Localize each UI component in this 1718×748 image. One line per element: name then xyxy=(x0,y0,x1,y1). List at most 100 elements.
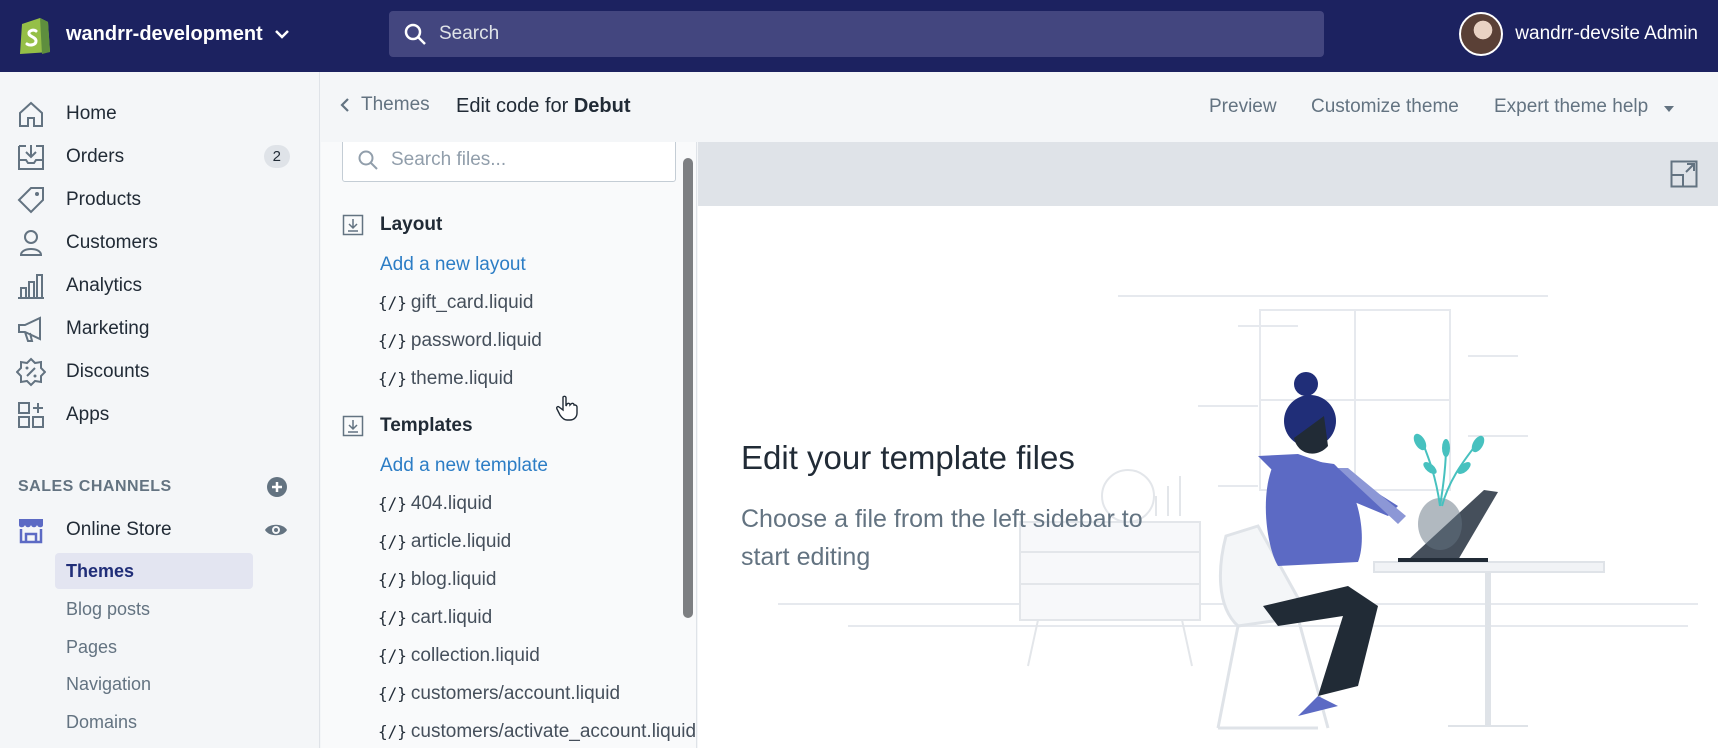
add-template-link[interactable]: Add a new template xyxy=(380,455,548,477)
liquid-file-icon: {/} xyxy=(378,608,407,627)
sidebar-item-label: Marketing xyxy=(66,318,150,339)
home-icon xyxy=(19,101,43,127)
file-name: theme.liquid xyxy=(410,368,514,389)
liquid-file-icon: {/} xyxy=(378,532,407,551)
editor-header: Themes Edit code for Debut Preview Custo… xyxy=(321,72,1718,142)
add-layout-link[interactable]: Add a new layout xyxy=(380,254,526,276)
sales-channels-title: SALES CHANNELS xyxy=(18,478,172,495)
folder-download-icon xyxy=(342,415,364,437)
caret-down-icon xyxy=(1664,106,1674,112)
file-item[interactable]: {/} customers/activate_account.liquid xyxy=(378,721,696,743)
file-item[interactable]: {/} cart.liquid xyxy=(378,607,492,629)
file-name: article.liquid xyxy=(410,531,512,552)
expand-icon[interactable] xyxy=(1670,160,1698,188)
file-item[interactable]: {/} blog.liquid xyxy=(378,569,496,591)
sidebar-item-label: Discounts xyxy=(66,361,150,382)
file-name: customers/activate_account.liquid xyxy=(410,721,697,742)
file-item[interactable]: {/} theme.liquid xyxy=(378,368,513,390)
liquid-file-icon: {/} xyxy=(378,369,407,388)
top-bar: wandrr-development wandrr-devsite Admin xyxy=(0,0,1718,72)
search-icon xyxy=(358,150,378,170)
global-search[interactable] xyxy=(389,11,1324,57)
sidebar-item-label: Online Store xyxy=(66,519,172,540)
sidebar-subitem-blog-posts[interactable]: Blog posts xyxy=(55,591,253,627)
editor-main: Edit your template files Choose a file f… xyxy=(698,142,1718,748)
edit-prefix: Edit code for xyxy=(456,95,569,117)
sidebar-subitem-themes[interactable]: Themes xyxy=(55,553,253,589)
discount-icon xyxy=(16,357,46,387)
search-input[interactable] xyxy=(439,23,1299,45)
liquid-file-icon: {/} xyxy=(378,331,407,350)
empty-state-subtitle: Choose a file from the left sidebar to s… xyxy=(741,505,1143,571)
sidebar-item-label: Products xyxy=(66,189,141,210)
store-name: wandrr-development xyxy=(66,22,263,45)
preview-link[interactable]: Preview xyxy=(1209,96,1277,118)
person-icon xyxy=(19,230,43,256)
orders-icon xyxy=(18,145,44,170)
sidebar-item-discounts[interactable]: Discounts xyxy=(16,354,296,390)
sidebar-item-home[interactable]: Home xyxy=(16,96,296,132)
sidebar-item-products[interactable]: Products xyxy=(16,182,296,218)
hand-pointer-cursor-icon xyxy=(556,395,578,421)
file-name: password.liquid xyxy=(410,330,542,351)
expert-theme-help-link[interactable]: Expert theme help xyxy=(1494,96,1648,118)
customize-theme-link[interactable]: Customize theme xyxy=(1311,96,1459,118)
sidebar-subitem-pages[interactable]: Pages xyxy=(55,629,253,665)
file-list-scrollbar[interactable] xyxy=(683,158,693,618)
folder-templates[interactable]: Templates xyxy=(342,415,473,437)
megaphone-icon xyxy=(18,316,41,342)
tag-icon xyxy=(17,187,44,214)
file-item[interactable]: {/} gift_card.liquid xyxy=(378,292,533,314)
orders-count-badge: 2 xyxy=(263,145,290,168)
page-title: Edit code for Debut xyxy=(456,95,631,118)
sidebar-item-label: Customers xyxy=(66,232,158,253)
sidebar-item-analytics[interactable]: Analytics xyxy=(16,268,296,304)
file-item[interactable]: {/} customers/account.liquid xyxy=(378,683,620,705)
add-sales-channel-icon[interactable] xyxy=(266,476,288,498)
liquid-file-icon: {/} xyxy=(378,646,407,665)
search-icon xyxy=(404,23,426,45)
sidebar-item-marketing[interactable]: Marketing xyxy=(16,311,296,347)
sidebar-item-online-store[interactable]: Online Store xyxy=(16,512,296,548)
chevron-left-icon xyxy=(340,98,349,112)
sidebar-subitem-navigation[interactable]: Navigation xyxy=(55,666,253,702)
editing-illustration xyxy=(778,295,1698,730)
back-label: Themes xyxy=(361,94,430,115)
liquid-file-icon: {/} xyxy=(378,684,407,703)
apps-icon xyxy=(18,402,44,428)
shopify-logo-icon xyxy=(20,18,50,54)
store-switcher[interactable]: wandrr-development xyxy=(16,12,291,56)
chevron-down-icon xyxy=(274,30,289,39)
file-name: blog.liquid xyxy=(410,569,497,590)
liquid-file-icon: {/} xyxy=(378,570,407,589)
store-icon xyxy=(19,519,43,544)
eye-icon[interactable] xyxy=(264,518,288,542)
sidebar-item-label: Home xyxy=(66,103,117,124)
sidebar-item-label: Analytics xyxy=(66,275,143,296)
folder-download-icon xyxy=(342,214,364,236)
sidebar-item-label: Apps xyxy=(66,404,110,425)
folder-title: Templates xyxy=(380,415,473,436)
liquid-file-icon: {/} xyxy=(378,722,407,741)
user-menu[interactable]: wandrr-devsite Admin xyxy=(1459,12,1698,56)
sidebar-item-customers[interactable]: Customers xyxy=(16,225,296,261)
file-item[interactable]: {/} article.liquid xyxy=(378,531,511,553)
folder-layout[interactable]: Layout xyxy=(342,214,442,236)
file-browser: Layout Add a new layout {/}gift_card.liq… xyxy=(321,142,697,748)
editor-toolbar xyxy=(698,142,1718,206)
sidebar-subitem-domains[interactable]: Domains xyxy=(55,704,253,740)
back-to-themes-link[interactable]: Themes xyxy=(337,94,430,116)
sidebar-item-apps[interactable]: Apps xyxy=(16,397,296,433)
bar-chart-icon xyxy=(18,274,44,299)
theme-name: Debut xyxy=(573,95,631,117)
file-search-input[interactable] xyxy=(391,149,661,171)
file-search[interactable] xyxy=(342,142,676,182)
sidebar: Home Orders 2 Products Customers Analyti… xyxy=(0,72,320,748)
sidebar-item-orders[interactable]: Orders 2 xyxy=(16,139,296,175)
file-name: collection.liquid xyxy=(410,645,540,666)
file-item[interactable]: {/} password.liquid xyxy=(378,330,542,352)
liquid-file-icon: {/} xyxy=(378,494,407,513)
file-item[interactable]: {/} 404.liquid xyxy=(378,493,492,515)
file-item[interactable]: {/} collection.liquid xyxy=(378,645,540,667)
folder-title: Layout xyxy=(380,214,443,235)
